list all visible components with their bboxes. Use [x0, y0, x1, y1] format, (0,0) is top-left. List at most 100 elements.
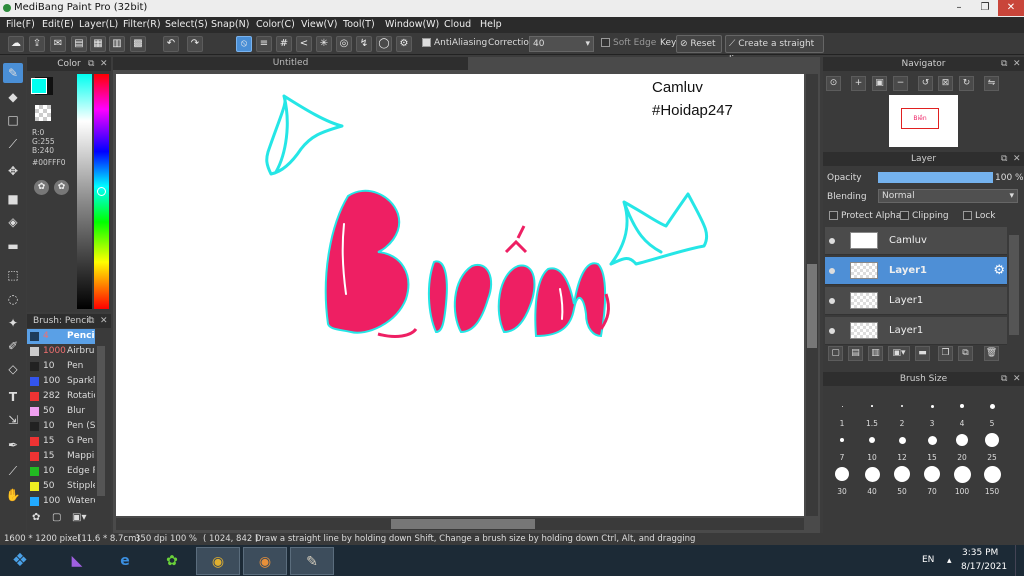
merge-layer-icon[interactable]: ⧉	[958, 346, 973, 361]
hand-tool-icon[interactable]: ✋	[3, 485, 23, 505]
brush-size-option[interactable]: 4	[947, 394, 977, 428]
show-desktop-button[interactable]	[1015, 545, 1024, 576]
menu-view[interactable]: View(V)	[301, 19, 337, 30]
brush-item[interactable]: 50 Blur	[27, 404, 95, 419]
layer-row-layer1[interactable]: Layer1	[825, 287, 1007, 315]
zoom-in-icon[interactable]: +	[851, 76, 866, 91]
zoom-out-icon[interactable]: −	[893, 76, 908, 91]
lasso-tool-icon[interactable]: ◌	[3, 289, 23, 309]
fill-rect-tool-icon[interactable]: ■	[3, 189, 23, 209]
notification-icon[interactable]: ▴	[947, 556, 952, 566]
dot-tool-icon[interactable]: ⟋	[3, 134, 23, 154]
brush-item[interactable]: 10 Edge Pen	[27, 464, 95, 479]
popout-icon[interactable]: ⧉	[1001, 152, 1007, 166]
brush-size-option[interactable]: 15	[917, 428, 947, 462]
trash-icon[interactable]: 🗑	[984, 346, 999, 361]
restore-button[interactable]: ❐	[972, 0, 998, 16]
snap-curve-icon[interactable]: ↯	[356, 36, 372, 52]
bucket-tool-icon[interactable]: ◈	[3, 212, 23, 232]
gear-icon[interactable]: ⚙	[993, 263, 1005, 278]
new-layer-icon[interactable]: ▢	[828, 346, 843, 361]
snap-vanish-icon[interactable]: <	[296, 36, 312, 52]
brush-item[interactable]: 10 Pen	[27, 359, 95, 374]
snap-cross-icon[interactable]: #	[276, 36, 292, 52]
transparent-swatch[interactable]	[35, 105, 51, 121]
straight-line-button[interactable]: ⟋ Create a straight line	[725, 35, 824, 65]
eye-icon[interactable]	[829, 328, 835, 334]
eye-icon[interactable]	[829, 268, 835, 274]
language-indicator[interactable]: EN	[922, 555, 934, 565]
share-icon[interactable]: ⇪	[29, 36, 45, 52]
eye-icon[interactable]	[829, 238, 835, 244]
canvas[interactable]: Camluv #Hoidap247	[116, 74, 804, 516]
brush-item[interactable]: 282 Rotation	[27, 389, 95, 404]
duplicate-layer-icon[interactable]: ❐	[938, 346, 953, 361]
close-panel-icon[interactable]: ✕	[1013, 152, 1021, 166]
brush-size-option[interactable]: 20	[947, 428, 977, 462]
new-folder-icon[interactable]: ▬	[915, 346, 930, 361]
brush-settings-icon[interactable]: ✿	[32, 512, 46, 526]
menu-tool[interactable]: Tool(T)	[343, 19, 375, 30]
clipping-checkbox[interactable]: Clipping	[900, 211, 949, 221]
menu-layer[interactable]: Layer(L)	[79, 19, 118, 30]
brush-item[interactable]: 15 Mapping	[27, 449, 95, 464]
coccoc-icon[interactable]: ✿	[150, 547, 194, 575]
menu-edit[interactable]: Edit(E)	[42, 19, 74, 30]
operation-tool-icon[interactable]: ⇲	[3, 410, 23, 430]
brush-size-option[interactable]: 150	[977, 462, 1007, 496]
grid-icon[interactable]: ▩	[130, 36, 146, 52]
palette-add-icon[interactable]: ✿	[54, 180, 69, 195]
menu-cloud[interactable]: Cloud	[444, 19, 471, 30]
brush-size-option[interactable]: 12	[887, 428, 917, 462]
save-icon[interactable]: ▦	[90, 36, 106, 52]
redo-icon[interactable]: ↷	[187, 36, 203, 52]
snap-parallel-icon[interactable]: ≡	[256, 36, 272, 52]
brush-item[interactable]: 100 Watercolor	[27, 494, 95, 509]
menu-select[interactable]: Select(S)	[165, 19, 208, 30]
menu-filter[interactable]: Filter(R)	[123, 19, 161, 30]
blending-select[interactable]: Normal ▾	[878, 189, 1018, 203]
snap-radial-icon[interactable]: ✳	[316, 36, 332, 52]
antialias-checkbox[interactable]: AntiAliasing	[422, 38, 487, 48]
snap-circle-icon[interactable]: ◎	[336, 36, 352, 52]
new-8bit-layer-icon[interactable]: ▥	[868, 346, 883, 361]
menu-snap[interactable]: Snap(N)	[211, 19, 249, 30]
popout-icon[interactable]: ⧉	[1001, 57, 1007, 71]
soft-edge-checkbox[interactable]: Soft Edge	[601, 38, 656, 48]
clock-time[interactable]: 3:35 PM	[962, 548, 998, 558]
brush-size-option[interactable]: 100	[947, 462, 977, 496]
hue-handle[interactable]	[97, 187, 106, 196]
correction-select[interactable]: 40 ▾	[529, 36, 594, 52]
brush-item[interactable]: 10 Pen (S	[27, 419, 95, 434]
visual-studio-icon[interactable]: ◣	[55, 547, 99, 575]
snap-off-icon[interactable]: ⦸	[236, 36, 252, 52]
brush-size-option[interactable]: 40	[857, 462, 887, 496]
magic-wand-tool-icon[interactable]: ✦	[3, 313, 23, 333]
eye-icon[interactable]	[829, 298, 835, 304]
zoom-actual-icon[interactable]: ▣	[872, 76, 887, 91]
brush-item[interactable]: 1000Airbrush	[27, 344, 95, 359]
brush-size-option[interactable]: 50	[887, 462, 917, 496]
rect-tool-icon[interactable]: □	[3, 110, 23, 130]
add-brush-icon[interactable]: ▣▾	[72, 512, 92, 526]
internet-explorer-icon[interactable]: e	[103, 547, 147, 575]
layer-row-layer1-selected[interactable]: Layer1 ⚙	[825, 257, 1007, 285]
reset-button[interactable]: ⊘ Reset	[676, 35, 722, 53]
brush-size-option[interactable]: 10	[857, 428, 887, 462]
close-button[interactable]: ✕	[998, 0, 1024, 16]
popout-icon[interactable]: ⧉	[88, 314, 94, 328]
tab-untitled[interactable]: Untitled	[113, 57, 468, 70]
brush-item[interactable]: 50 Stipple	[27, 479, 95, 494]
brush-item[interactable]: 4 Pencil	[27, 329, 95, 344]
cloud-icon[interactable]: ☁	[8, 36, 24, 52]
layer-row-layer1-bottom[interactable]: Layer1	[825, 317, 1007, 345]
brush-list-scrollbar[interactable]	[97, 346, 105, 496]
eraser-tool-icon[interactable]: ◆	[3, 87, 23, 107]
gradient-tool-icon[interactable]: ▬	[3, 236, 23, 256]
zoom-fit-icon[interactable]: ⊙	[826, 76, 841, 91]
popout-icon[interactable]: ⧉	[1001, 372, 1007, 386]
select-pen-tool-icon[interactable]: ✐	[3, 336, 23, 356]
menu-file[interactable]: File(F)	[6, 19, 35, 30]
close-panel-icon[interactable]: ✕	[100, 314, 108, 328]
snap-settings-icon[interactable]: ⚙	[396, 36, 412, 52]
